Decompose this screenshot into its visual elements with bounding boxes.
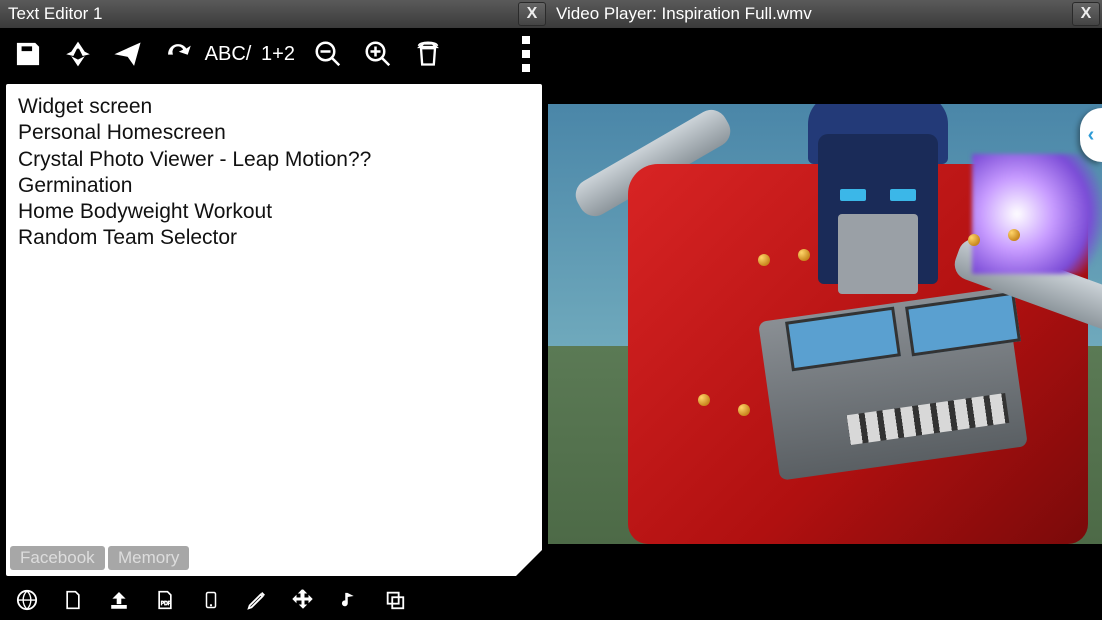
pdf-button[interactable]: PDF [148,583,182,617]
resize-handle-icon[interactable] [516,550,542,576]
bg-label-facebook: Facebook [10,546,105,570]
text-editor-pane: Text Editor 1 X ABC/ 1+2 [0,0,548,620]
music-note-icon [339,588,359,612]
trash-icon [414,39,442,69]
copy-icon [384,589,406,611]
bg-label-memory: Memory [108,546,189,570]
close-icon: X [1081,5,1092,23]
new-file-button[interactable] [56,583,90,617]
close-icon: X [527,5,538,23]
phone-icon [202,588,220,612]
more-menu-button[interactable] [510,36,542,72]
video-titlebar[interactable]: Video Player: Inspiration Full.wmv X [548,0,1102,28]
share-fan-icon [63,39,93,69]
delete-button[interactable] [406,32,450,76]
editor-toolbar: ABC/ 1+2 [0,28,548,80]
bottom-taskbar: PDF [0,580,548,620]
video-title: Video Player: Inspiration Full.wmv [556,4,812,24]
text-document[interactable]: Widget screen Personal Homescreen Crysta… [6,84,542,576]
pencil-icon [246,589,268,611]
chevron-left-icon: ‹ [1088,124,1095,147]
video-frame-image [548,104,1102,544]
svg-text:PDF: PDF [161,601,171,607]
text-line: Random Team Selector [18,225,530,251]
text-line: Home Bodyweight Workout [18,199,530,225]
upload-icon [108,589,130,611]
zoom-out-button[interactable] [306,32,350,76]
file-icon [63,588,83,612]
text-line: Widget screen [18,94,530,120]
text-editor-titlebar[interactable]: Text Editor 1 X [0,0,548,28]
move-icon [291,588,315,612]
close-button[interactable]: X [1072,2,1100,26]
document-text[interactable]: Widget screen Personal Homescreen Crysta… [6,84,542,262]
editor-area: RedditWikiImportant SalesLinkedInDownloa… [0,80,548,580]
copy-button[interactable] [378,583,412,617]
zoom-in-button[interactable] [356,32,400,76]
video-player-pane: Video Player: Inspiration Full.wmv X [548,0,1102,620]
text-line: Crystal Photo Viewer - Leap Motion?? [18,147,530,173]
count-label: 1+2 [261,43,295,66]
text-line: Personal Homescreen [18,120,530,146]
globe-button[interactable] [10,583,44,617]
video-viewport[interactable] [548,28,1102,620]
abc-label: ABC/ [205,43,252,66]
move-button[interactable] [286,583,320,617]
wordcount-button[interactable]: 1+2 [256,32,300,76]
dot-icon [522,50,530,58]
globe-icon [16,589,38,611]
share-button[interactable] [56,32,100,76]
upload-button[interactable] [102,583,136,617]
text-line: Germination [18,173,530,199]
dot-icon [522,36,530,44]
send-button[interactable] [106,32,150,76]
edit-button[interactable] [240,583,274,617]
pdf-icon: PDF [155,588,175,612]
spellcheck-button[interactable]: ABC/ [206,32,250,76]
save-icon [14,40,42,68]
zoom-in-icon [363,39,393,69]
save-button[interactable] [6,32,50,76]
paper-plane-icon [113,40,143,68]
dot-icon [522,64,530,72]
zoom-out-icon [313,39,343,69]
refresh-button[interactable] [156,32,200,76]
close-button[interactable]: X [518,2,546,26]
device-button[interactable] [194,583,228,617]
refresh-icon [164,40,192,68]
music-button[interactable] [332,583,366,617]
text-editor-title: Text Editor 1 [8,4,103,24]
